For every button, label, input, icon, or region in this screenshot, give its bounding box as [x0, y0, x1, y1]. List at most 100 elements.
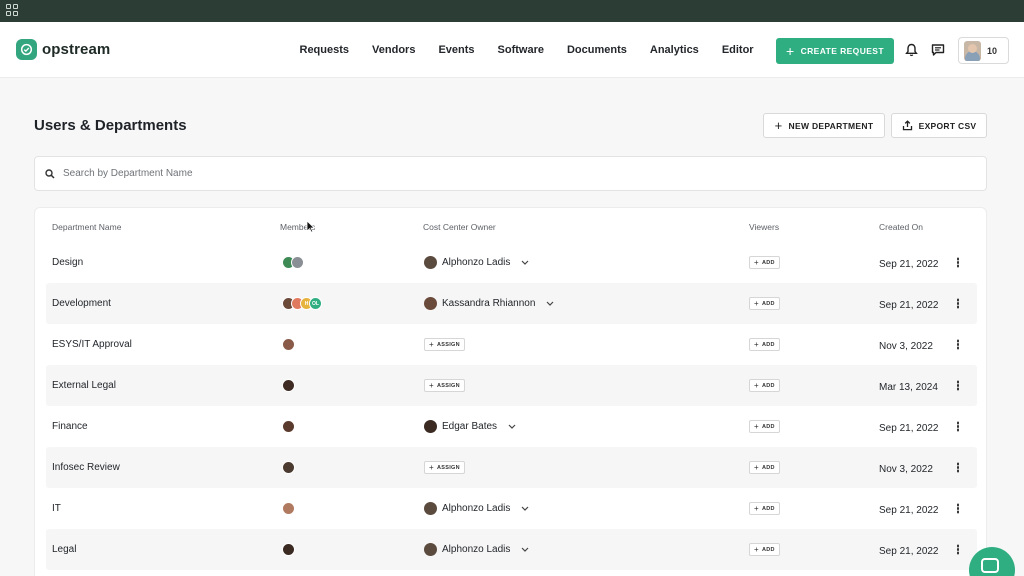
table-row[interactable]: External Legal + ASSIGN + ADD Mar 13, 2024 — [46, 365, 977, 406]
new-department-button[interactable]: + NEW DEPARTMENT — [763, 113, 885, 138]
assign-owner-button[interactable]: + ASSIGN — [424, 338, 465, 351]
col-header-viewers[interactable]: Viewers — [749, 222, 779, 232]
nav-events[interactable]: Events — [438, 44, 474, 56]
cost-center-owner[interactable]: Alphonzo Ladis — [424, 488, 529, 529]
cost-center-owner[interactable]: Kassandra Rhiannon — [424, 283, 554, 324]
member-avatar — [282, 543, 295, 556]
add-viewer-button[interactable]: + ADD — [749, 338, 780, 351]
add-viewer-button[interactable]: + ADD — [749, 256, 780, 269]
created-on: Nov 3, 2022 — [879, 341, 933, 352]
apps-grid-icon[interactable] — [6, 4, 18, 16]
add-label: ADD — [761, 259, 775, 266]
row-menu-kebab-icon[interactable] — [953, 447, 963, 488]
row-menu-kebab-icon[interactable] — [953, 488, 963, 529]
viewers-cell: + ADD — [749, 324, 780, 365]
row-menu-kebab-icon[interactable] — [953, 406, 963, 447]
col-header-cost-center-owner[interactable]: Cost Center Owner — [423, 222, 496, 232]
chat-icon[interactable] — [931, 43, 945, 57]
member-initials: H — [304, 300, 309, 307]
department-name[interactable]: ESYS/IT Approval — [52, 324, 132, 365]
assign-label: ASSIGN — [436, 464, 460, 471]
member-avatars[interactable] — [282, 488, 295, 529]
add-viewer-button[interactable]: + ADD — [749, 379, 780, 392]
table-row[interactable]: Infosec Review + ASSIGN + ADD Nov 3, 2022 — [46, 447, 977, 488]
row-menu-kebab-icon[interactable] — [953, 242, 963, 283]
member-avatar — [282, 379, 295, 392]
owner-name: Alphonzo Ladis — [442, 503, 511, 514]
nav-documents[interactable]: Documents — [567, 44, 627, 56]
user-count: 10 — [987, 45, 998, 56]
department-name[interactable]: Finance — [52, 406, 88, 447]
table-row[interactable]: Finance Edgar Bates + ADD Sep 21, 2022 — [46, 406, 977, 447]
assign-owner-button[interactable]: + ASSIGN — [424, 379, 465, 392]
cost-center-owner[interactable]: + ASSIGN — [424, 447, 465, 488]
member-avatars[interactable] — [282, 242, 304, 283]
cost-center-owner[interactable]: + ASSIGN — [424, 365, 465, 406]
add-label: ADD — [761, 505, 775, 512]
member-avatars[interactable] — [282, 529, 295, 570]
created-on: Sep 21, 2022 — [879, 505, 939, 516]
row-menu-kebab-icon[interactable] — [953, 365, 963, 406]
member-avatars[interactable] — [282, 447, 295, 488]
member-avatars[interactable] — [282, 324, 295, 365]
add-viewer-button[interactable]: + ADD — [749, 297, 780, 310]
viewers-cell: + ADD — [749, 365, 780, 406]
user-avatar — [964, 40, 981, 61]
export-icon — [902, 120, 912, 131]
col-header-department-name[interactable]: Department Name — [52, 222, 121, 232]
table-row[interactable]: Legal Alphonzo Ladis + ADD Sep 21, 2022 — [46, 529, 977, 570]
nav-editor[interactable]: Editor — [722, 44, 754, 56]
app-logo[interactable]: opstream — [16, 39, 110, 60]
member-avatar — [282, 461, 295, 474]
owner-name: Alphonzo Ladis — [442, 257, 511, 268]
bell-icon[interactable] — [905, 43, 918, 57]
viewers-cell: + ADD — [749, 529, 780, 570]
created-on: Sep 21, 2022 — [879, 300, 939, 311]
plus-icon: + — [429, 462, 434, 472]
row-menu-kebab-icon[interactable] — [953, 324, 963, 365]
department-name[interactable]: Design — [52, 242, 83, 283]
created-on: Mar 13, 2024 — [879, 382, 938, 393]
add-label: ADD — [761, 546, 775, 553]
row-menu-kebab-icon[interactable] — [953, 283, 963, 324]
assign-owner-button[interactable]: + ASSIGN — [424, 461, 465, 474]
table-row[interactable]: ESYS/IT Approval + ASSIGN + ADD Nov 3, 202… — [46, 324, 977, 365]
table-row[interactable]: Development H OL Kassandra Rhiannon + ADD… — [46, 283, 977, 324]
cost-center-owner[interactable]: Alphonzo Ladis — [424, 242, 529, 283]
department-name[interactable]: Development — [52, 283, 111, 324]
top-navbar: opstream Requests Vendors Events Softwar… — [0, 22, 1024, 78]
add-label: ADD — [761, 423, 775, 430]
nav-analytics[interactable]: Analytics — [650, 44, 699, 56]
owner-avatar — [424, 297, 437, 310]
page-title: Users & Departments — [34, 117, 187, 134]
table-row[interactable]: Design Alphonzo Ladis + ADD Sep 21, 2022 — [46, 242, 977, 283]
owner-avatar — [424, 420, 437, 433]
department-search — [34, 156, 987, 191]
row-menu-kebab-icon[interactable] — [953, 529, 963, 570]
add-viewer-button[interactable]: + ADD — [749, 461, 780, 474]
add-viewer-button[interactable]: + ADD — [749, 420, 780, 433]
nav-software[interactable]: Software — [498, 44, 544, 56]
member-avatars[interactable] — [282, 365, 295, 406]
create-request-button[interactable]: + CREATE REQUEST — [776, 38, 894, 64]
member-avatars[interactable] — [282, 406, 295, 447]
search-input[interactable] — [63, 168, 943, 179]
cost-center-owner[interactable]: Edgar Bates — [424, 406, 516, 447]
department-name[interactable]: IT — [52, 488, 61, 529]
user-menu[interactable]: 10 — [958, 37, 1009, 64]
table-row[interactable]: IT Alphonzo Ladis + ADD Sep 21, 2022 — [46, 488, 977, 529]
add-viewer-button[interactable]: + ADD — [749, 543, 780, 556]
export-csv-button[interactable]: EXPORT CSV — [891, 113, 987, 138]
departments-table: Department Name Members Cost Center Owne… — [34, 207, 987, 576]
member-avatars[interactable]: H OL — [282, 283, 322, 324]
nav-vendors[interactable]: Vendors — [372, 44, 415, 56]
add-viewer-button[interactable]: + ADD — [749, 502, 780, 515]
cost-center-owner[interactable]: + ASSIGN — [424, 324, 465, 365]
department-name[interactable]: Legal — [52, 529, 76, 570]
department-name[interactable]: Infosec Review — [52, 447, 120, 488]
department-name[interactable]: External Legal — [52, 365, 116, 406]
cost-center-owner[interactable]: Alphonzo Ladis — [424, 529, 529, 570]
nav-requests[interactable]: Requests — [300, 44, 350, 56]
created-on: Sep 21, 2022 — [879, 423, 939, 434]
col-header-created-on[interactable]: Created On — [879, 222, 923, 232]
